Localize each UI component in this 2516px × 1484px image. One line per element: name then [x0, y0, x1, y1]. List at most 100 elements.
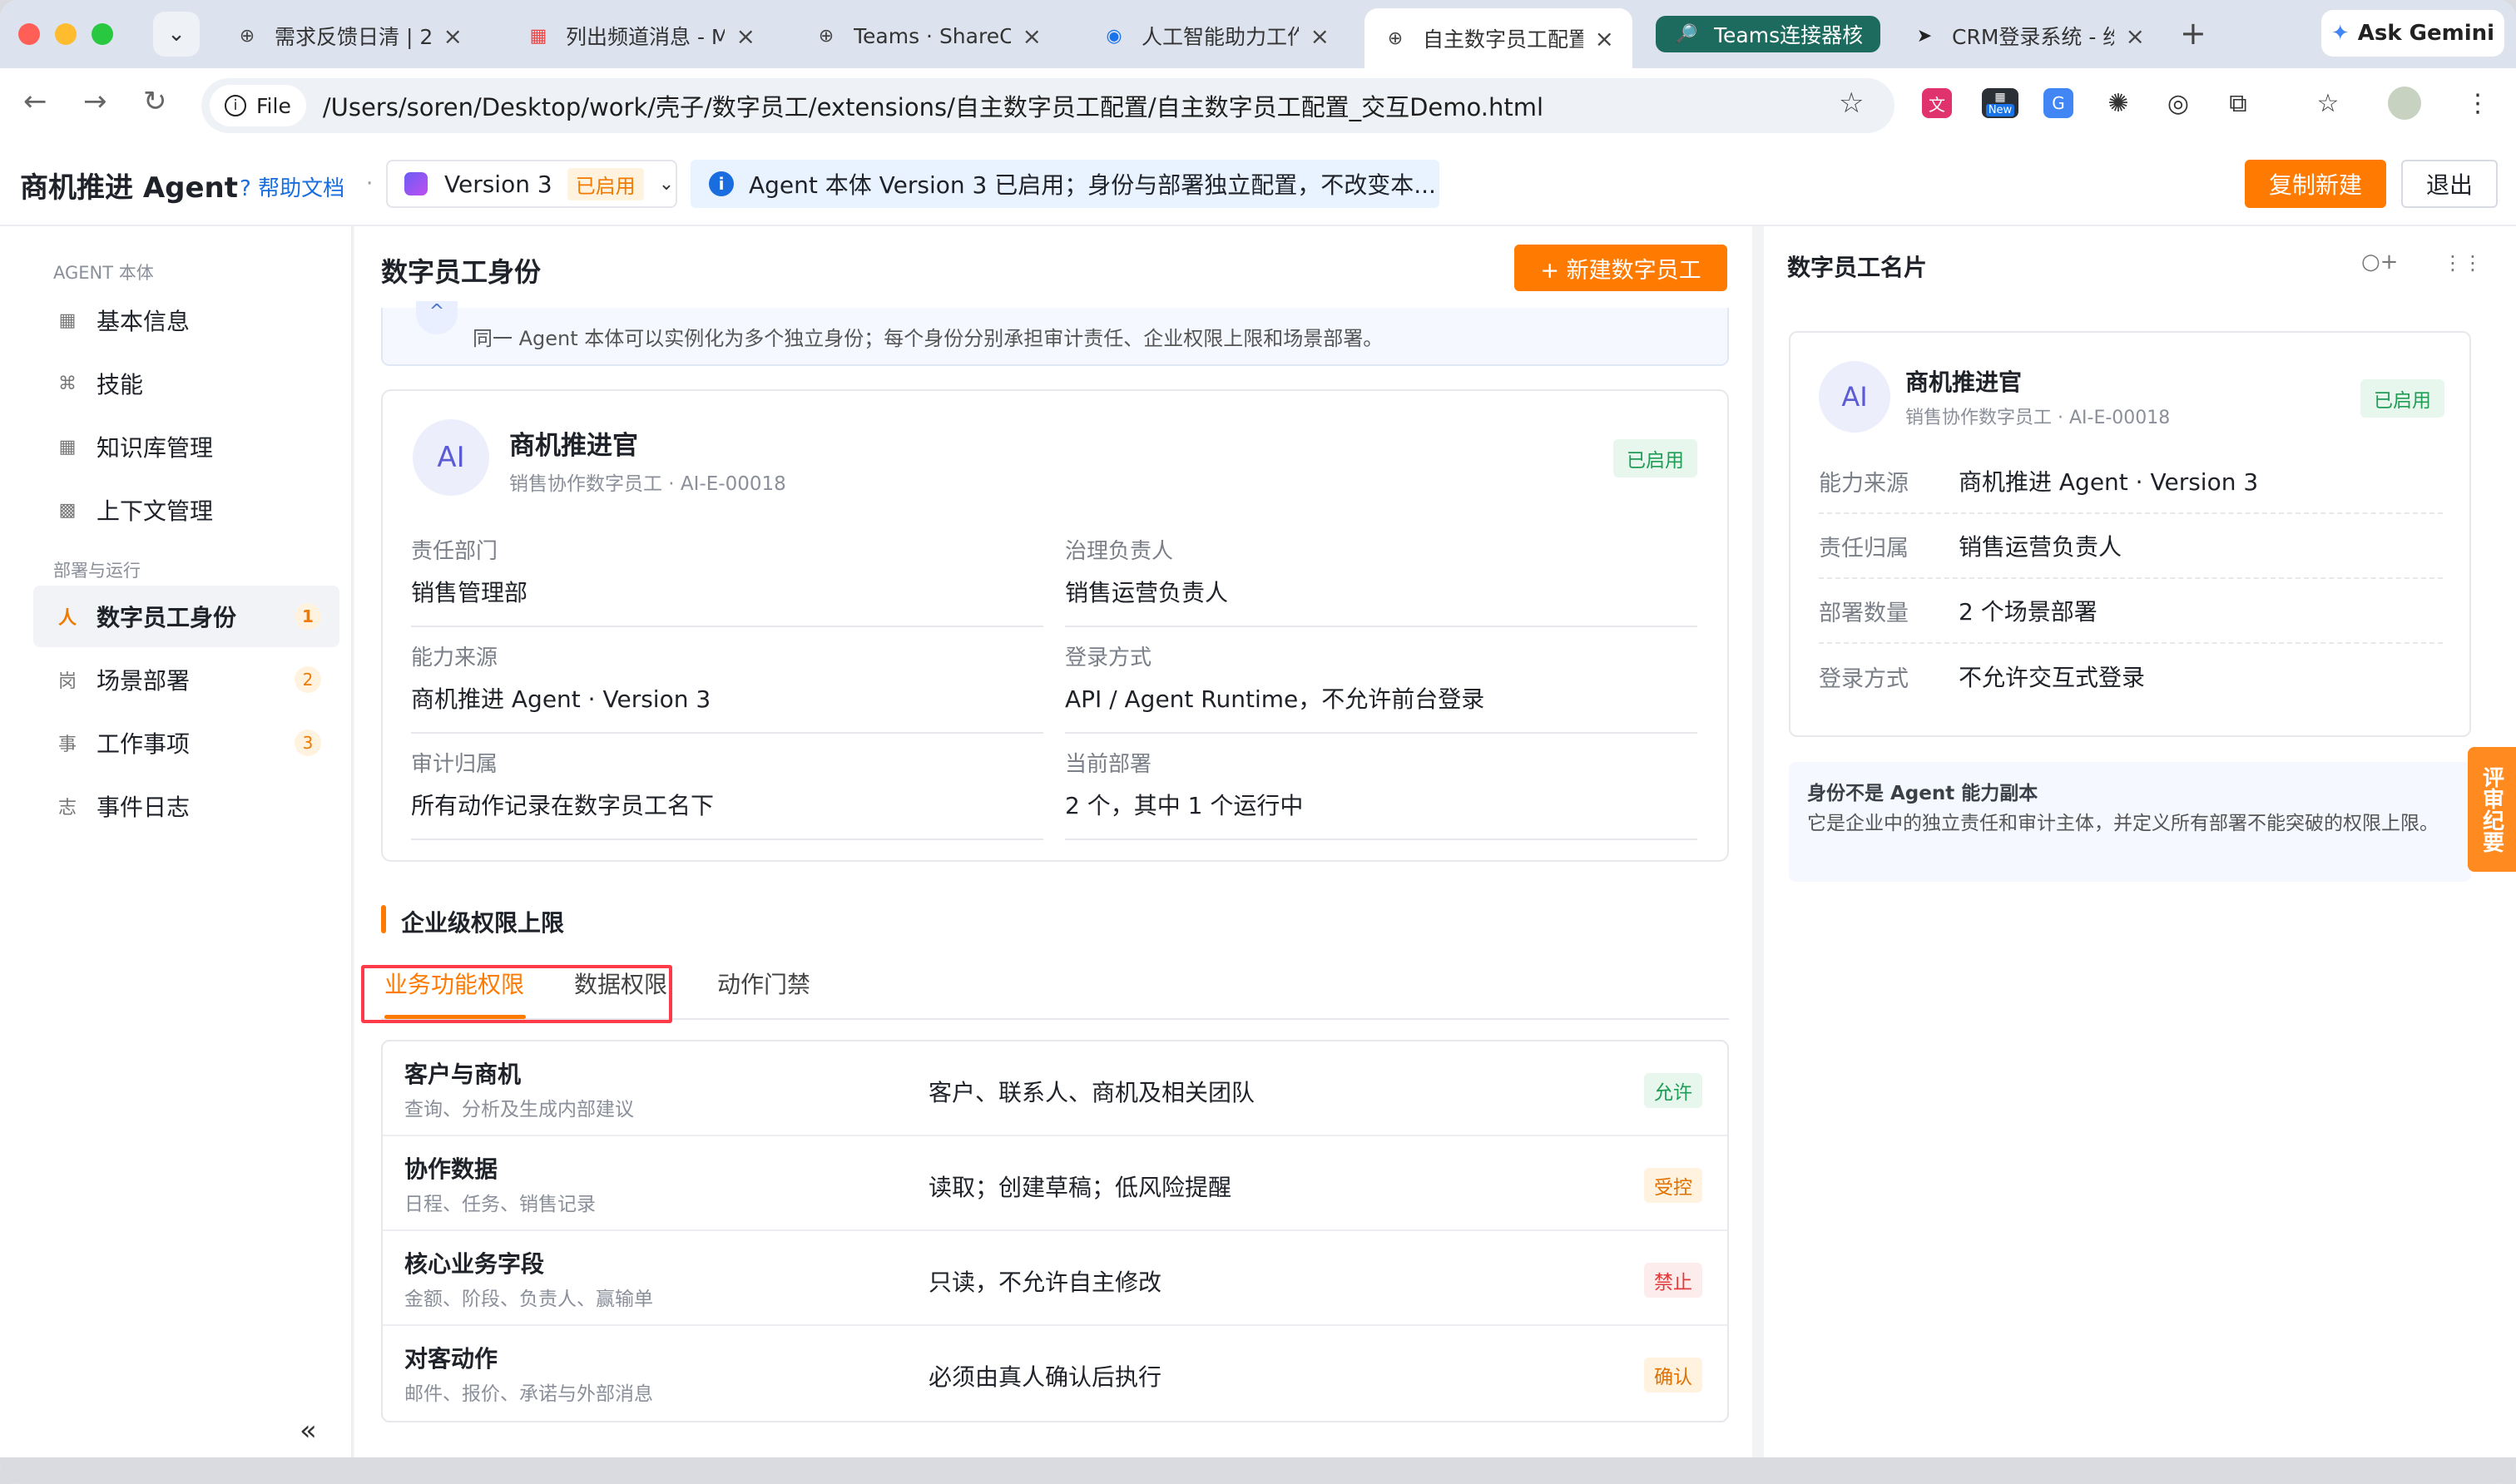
field-label: 当前部署 — [1065, 752, 1152, 777]
new-digital-employee-button[interactable]: + 新建数字员工 — [1514, 245, 1727, 291]
field-label: 责任部门 — [411, 539, 498, 564]
table-row[interactable]: 对客动作 邮件、报价、承诺与外部消息 必须由真人确认后执行 确认 — [383, 1326, 1727, 1421]
table-row[interactable]: 协作数据 日程、任务、销售记录 读取；创建草稿；低风险提醒 受控 — [383, 1136, 1727, 1231]
count-badge: 3 — [295, 730, 321, 756]
site-info-chip[interactable]: i File — [210, 85, 306, 126]
close-tab-icon[interactable]: × — [2126, 22, 2145, 50]
arc-icon[interactable]: ◎ — [2163, 88, 2193, 118]
browser-tab[interactable]: ▦ 列出频道消息 - Mic × — [508, 8, 774, 63]
perm-value: 读取；创建草稿；低风险提醒 — [929, 1174, 1232, 1201]
version-notice: i Agent 本体 Version 3 已启用；身份与部署独立配置，不改变本..… — [691, 160, 1439, 208]
sidebar-item[interactable]: 事工作事项 3 — [33, 712, 339, 774]
field-value: 销售管理部 — [411, 579, 528, 606]
perm-tag: 允许 — [1644, 1073, 1702, 1108]
close-tab-icon[interactable]: × — [443, 22, 463, 50]
close-window-button[interactable] — [18, 23, 40, 45]
zoom-window-button[interactable] — [92, 23, 113, 45]
browser-tab[interactable]: ◉ 人工智能助力工作： × — [1083, 8, 1348, 63]
forward-icon[interactable]: → — [83, 85, 107, 118]
version-status-badge: 已启用 — [567, 167, 644, 200]
copy-new-button[interactable]: 复制新建 — [2245, 160, 2386, 208]
card-row-value: 2 个场景部署 — [1959, 598, 2097, 626]
perm-desc: 查询、分析及生成内部建议 — [404, 1099, 634, 1120]
tab-action-gate[interactable]: 动作门禁 — [717, 967, 810, 1000]
tab-title: Teams · ShareCRM — [854, 23, 1011, 48]
version-select[interactable]: Version 3 已启用 ⌄ — [386, 160, 677, 208]
bookmarks-icon[interactable]: ☆ — [2313, 88, 2343, 118]
card-row-label: 责任归属 — [1819, 535, 1909, 561]
tab-favicon-icon: ➤ — [1916, 25, 1933, 47]
card-row-label: 登录方式 — [1819, 665, 1909, 692]
sidebar-item-icon: ▦ — [58, 436, 77, 458]
browser-tab[interactable]: ⊕ 需求反馈日清 | 202 × — [216, 8, 481, 63]
identity-card[interactable]: AI 商机推进官 销售协作数字员工 · AI-E-00018 已启用 责任部门销… — [381, 389, 1729, 862]
extensions-puzzle-icon[interactable]: ⧉ — [2223, 88, 2253, 118]
sidebar-item[interactable]: 人数字员工身份 1 — [33, 586, 339, 647]
sidebar-item-label: 场景部署 — [97, 667, 191, 695]
sidebar-item[interactable]: 岗场景部署 2 — [33, 649, 339, 710]
browser-tab[interactable]: ➤ CRM登录系统 - 纷 × — [1894, 8, 2163, 63]
table-row[interactable]: 客户与商机 查询、分析及生成内部建议 客户、联系人、商机及相关团队 允许 — [383, 1041, 1727, 1136]
close-tab-icon[interactable]: × — [1310, 22, 1330, 50]
new-ext-icon[interactable]: ▦ New — [1982, 88, 2018, 118]
sidebar-item[interactable]: ▦ 知识库管理 — [33, 416, 339, 477]
perm-value: 必须由真人确认后执行 — [929, 1363, 1162, 1391]
exit-button[interactable]: 退出 — [2401, 160, 2498, 208]
card-row: 登录方式 不允许交互式登录 — [1819, 644, 2443, 709]
field-value: 所有动作记录在数字员工名下 — [411, 792, 715, 819]
note-body: 它是企业中的独立责任和审计主体，并定义所有部署不能突破的权限上限。 — [1807, 813, 2439, 834]
sidebar-item[interactable]: ▩ 上下文管理 — [33, 479, 339, 541]
person-icon: ^ — [416, 301, 458, 334]
add-icon[interactable]: ○+ — [2361, 250, 2398, 275]
new-badge: New — [1985, 103, 2015, 116]
back-icon[interactable]: ← — [23, 85, 47, 118]
close-tab-icon[interactable]: × — [1023, 22, 1042, 50]
sidebar-item[interactable]: ⌘ 技能 — [33, 353, 339, 414]
new-tab-button[interactable]: + — [2180, 15, 2206, 52]
collapse-sidebar-icon[interactable]: « — [300, 1414, 317, 1447]
reload-icon[interactable]: ↻ — [143, 85, 167, 118]
review-notes-tab[interactable]: 评审纪要 — [2468, 747, 2516, 872]
card-row-label: 部署数量 — [1819, 600, 1909, 626]
address-bar[interactable]: i File /Users/soren/Desktop/work/壳子/数字员工/… — [201, 78, 1894, 133]
sidebar-item-label: 数字员工身份 — [97, 604, 237, 631]
perm-value: 客户、联系人、商机及相关团队 — [929, 1079, 1256, 1106]
openai-icon[interactable]: ✺ — [2103, 88, 2133, 118]
menu-kebab-icon[interactable]: ⋮ — [2463, 88, 2493, 118]
sidebar-item-label: 技能 — [97, 371, 144, 398]
tab-search-dropdown[interactable]: ⌄ — [153, 12, 200, 57]
table-row[interactable]: 核心业务字段 金额、阶段、负责人、赢输单 只读，不允许自主修改 禁止 — [383, 1231, 1727, 1326]
close-tab-icon[interactable]: × — [736, 22, 755, 50]
tab-title: 列出频道消息 - Mic — [566, 25, 725, 49]
identity-name: 商机推进官 — [509, 431, 638, 461]
card-sub: 销售协作数字员工 · AI-E-00018 — [1905, 408, 2171, 428]
browser-tab[interactable]: 🔎 Teams连接器核验 — [1656, 16, 1880, 52]
google-translate-icon[interactable]: G — [2043, 88, 2073, 118]
close-tab-icon[interactable]: × — [1595, 25, 1614, 52]
tab-title: 自主数字员工配置 — [1423, 27, 1583, 52]
minimize-window-button[interactable] — [55, 23, 77, 45]
bookmark-star-icon[interactable]: ☆ — [1839, 87, 1864, 120]
sidebar-item[interactable]: 志事件日志 — [33, 775, 339, 837]
help-link[interactable]: ? 帮助文档 — [240, 171, 344, 202]
perm-value: 只读，不允许自主修改 — [929, 1269, 1162, 1296]
sidebar-item-icon: ▩ — [58, 499, 77, 521]
ask-gemini-button[interactable]: ✦ Ask Gemini — [2321, 10, 2504, 57]
note-title: 身份不是 Agent 能力副本 — [1807, 783, 2038, 804]
sidebar-item[interactable]: ▦ 基本信息 — [33, 289, 339, 351]
window-bottom — [0, 1457, 2516, 1484]
url-text[interactable]: /Users/soren/Desktop/work/壳子/数字员工/extens… — [323, 88, 1543, 123]
notice-text: Agent 本体 Version 3 已启用；身份与部署独立配置，不改变本... — [749, 171, 1436, 199]
grid-icon[interactable]: ⋮⋮ — [2443, 251, 2483, 275]
browser-tab[interactable]: ⊕ 自主数字员工配置 × — [1364, 8, 1632, 68]
browser-tab[interactable]: ⊕ Teams · ShareCRM × — [795, 8, 1060, 63]
card-row: 部署数量 2 个场景部署 — [1819, 579, 2443, 644]
profile-avatar[interactable] — [2388, 87, 2421, 120]
translate-ext-icon[interactable]: 文 — [1922, 88, 1952, 118]
count-badge: 1 — [295, 603, 321, 630]
tab-favicon-icon: ⊕ — [818, 25, 835, 47]
sidebar-item-label: 工作事项 — [97, 730, 191, 758]
identity-field: 责任部门 销售管理部 — [411, 534, 1043, 627]
sidebar-item-icon: ▦ — [58, 309, 77, 331]
gemini-label: Ask Gemini — [2357, 21, 2495, 46]
